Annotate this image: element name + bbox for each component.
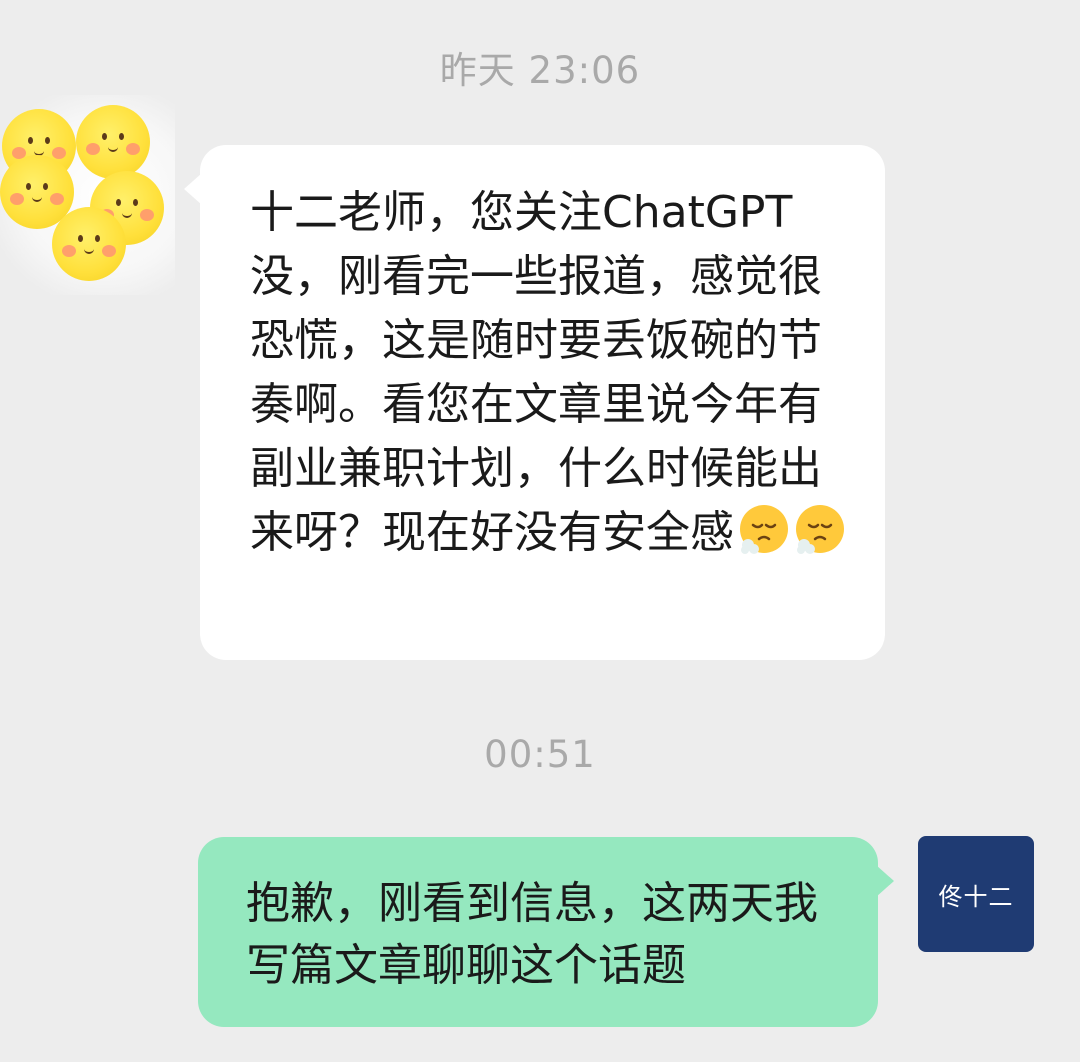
sighing-face-icon [794,503,846,555]
contact-avatar[interactable] [0,95,175,295]
outgoing-message-text: 抱歉，刚看到信息，这两天我写篇文章聊聊这个话题 [246,878,818,991]
user-avatar[interactable]: 佟十二 [918,836,1034,952]
incoming-message-bubble[interactable]: 十二老师，您关注ChatGPT没，刚看完一些报道，感觉很恐慌，这是随时要丢饭碗的… [184,145,885,660]
emoji-face-icon [76,105,150,179]
incoming-message-text: 十二老师，您关注ChatGPT没，刚看完一些报道，感觉很恐慌，这是随时要丢饭碗的… [250,181,850,565]
emoji-face-icon [52,207,126,281]
message-timestamp: 00:51 [484,733,596,776]
message-timestamp: 昨天 23:06 [439,49,641,92]
outgoing-message-bubble[interactable]: 抱歉，刚看到信息，这两天我写篇文章聊聊这个话题 [198,837,894,1027]
avatar-label: 佟十二 [938,882,1014,911]
sighing-face-icon [738,503,790,555]
